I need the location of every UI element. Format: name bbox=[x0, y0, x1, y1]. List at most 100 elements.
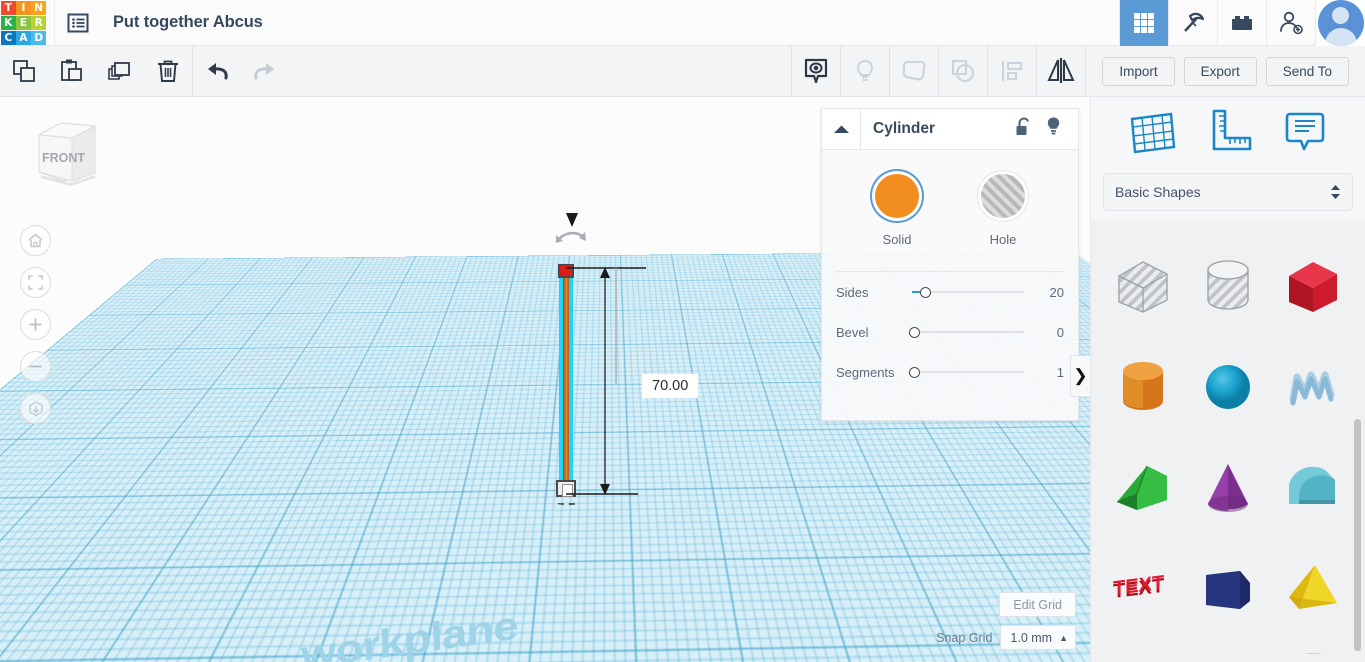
shape-palette[interactable]: TEXT TEXT bbox=[1091, 221, 1365, 654]
align-icon[interactable] bbox=[988, 46, 1036, 97]
send-to-button[interactable]: Send To bbox=[1265, 56, 1349, 86]
copy-icon[interactable] bbox=[0, 46, 48, 97]
slider-knob[interactable] bbox=[909, 326, 920, 338]
sidebar-tools bbox=[1091, 97, 1365, 165]
main-toolbar: Import Export Send To bbox=[0, 45, 1365, 97]
slider-knob[interactable] bbox=[920, 286, 931, 298]
import-button[interactable]: Import bbox=[1102, 56, 1175, 86]
ortho-toggle-button[interactable] bbox=[20, 393, 51, 424]
logo-tile-k: K bbox=[1, 15, 16, 31]
zoom-out-button[interactable] bbox=[20, 351, 51, 382]
shape-tube[interactable] bbox=[1270, 437, 1355, 538]
undo-icon[interactable] bbox=[193, 46, 241, 97]
shape-scribble[interactable] bbox=[1270, 336, 1355, 437]
slider-row-sides: Sides 20 bbox=[822, 272, 1078, 312]
tinkercad-app: T I N K E R C A D Put together Abcus Imp… bbox=[0, 0, 1365, 662]
shape-cone[interactable] bbox=[1186, 437, 1271, 538]
shape-torus[interactable] bbox=[1270, 639, 1355, 654]
solid-option[interactable]: Solid bbox=[875, 174, 919, 247]
slider-track bbox=[912, 331, 1024, 333]
ruler-icon[interactable] bbox=[1206, 107, 1254, 155]
sides-value[interactable]: 20 bbox=[1050, 285, 1064, 300]
panel-collapse-button[interactable]: ❯ bbox=[1070, 355, 1090, 397]
logo-tile-d: D bbox=[31, 30, 46, 46]
hole-swatch[interactable] bbox=[981, 174, 1025, 218]
shape-category-wrap: Basic Shapes bbox=[1091, 165, 1365, 221]
logo-tile-t: T bbox=[1, 0, 16, 16]
rotate-handle-icon[interactable] bbox=[552, 209, 592, 249]
add-person-icon[interactable] bbox=[1266, 0, 1315, 46]
divider bbox=[1085, 45, 1087, 97]
shape-category-select[interactable]: Basic Shapes bbox=[1103, 173, 1353, 211]
caret-up-icon: ▲ bbox=[1059, 632, 1068, 643]
segments-slider[interactable] bbox=[909, 365, 1024, 379]
export-button[interactable]: Export bbox=[1183, 56, 1257, 86]
workplane-label: workplane bbox=[300, 602, 519, 662]
lego-brick-icon[interactable] bbox=[1217, 0, 1266, 46]
ungroup-icon[interactable] bbox=[939, 46, 987, 97]
lightbulb-icon[interactable] bbox=[1045, 116, 1062, 142]
shape-box[interactable] bbox=[1270, 235, 1355, 336]
top-bar: T I N K E R C A D Put together Abcus bbox=[0, 0, 1365, 46]
eye-note-icon[interactable] bbox=[792, 46, 840, 97]
hole-label: Hole bbox=[989, 232, 1017, 247]
sidebar-scrollbar[interactable] bbox=[1354, 419, 1361, 651]
view-cube[interactable]: FRONT bbox=[25, 115, 103, 189]
grid-controls: Edit Grid Snap Grid 1.0 mm ▲ bbox=[936, 592, 1076, 650]
group-icon[interactable] bbox=[890, 46, 938, 97]
shape-blank[interactable] bbox=[1186, 639, 1271, 654]
shape-category-value: Basic Shapes bbox=[1115, 184, 1201, 200]
shadow-indicator bbox=[556, 500, 580, 505]
workplane-icon[interactable] bbox=[1127, 107, 1179, 155]
shape-text[interactable]: TEXT TEXT bbox=[1101, 538, 1186, 639]
hole-option[interactable]: Hole bbox=[981, 174, 1025, 247]
caret-up-icon[interactable] bbox=[822, 108, 861, 150]
bevel-slider[interactable] bbox=[909, 325, 1024, 339]
fit-view-button[interactable] bbox=[20, 267, 51, 298]
solid-label: Solid bbox=[882, 232, 912, 247]
trash-icon[interactable] bbox=[144, 46, 192, 97]
properties-header: Cylinder bbox=[822, 108, 1078, 150]
dimension-line bbox=[566, 267, 646, 495]
grid-apps-icon[interactable] bbox=[1119, 0, 1168, 46]
properties-body: Solid Hole Sides 20 Bevel 0 Segments 1 bbox=[822, 150, 1078, 392]
shape-cylinder-hole[interactable] bbox=[1186, 235, 1271, 336]
logo-tile-i: I bbox=[16, 0, 31, 16]
segments-label: Segments bbox=[836, 364, 895, 380]
pickaxe-icon[interactable] bbox=[1168, 0, 1217, 46]
mirror-icon[interactable] bbox=[1037, 46, 1085, 97]
shape-sphere[interactable] bbox=[1186, 336, 1271, 437]
unlock-icon[interactable] bbox=[1015, 116, 1032, 142]
tinkercad-logo[interactable]: T I N K E R C A D bbox=[0, 0, 46, 46]
list-icon[interactable] bbox=[55, 0, 101, 46]
shape-roof[interactable] bbox=[1101, 437, 1186, 538]
segments-value[interactable]: 1 bbox=[1057, 365, 1064, 380]
home-view-button[interactable] bbox=[20, 225, 51, 256]
shape-box-hole[interactable] bbox=[1101, 235, 1186, 336]
dimension-value[interactable]: 70.00 bbox=[642, 374, 699, 398]
top-bar-actions bbox=[1119, 0, 1365, 46]
slider-row-bevel: Bevel 0 bbox=[822, 312, 1078, 352]
logo-tile-a: A bbox=[16, 30, 31, 46]
bevel-value[interactable]: 0 bbox=[1057, 325, 1064, 340]
shape-pyramid[interactable] bbox=[1270, 538, 1355, 639]
shape-polygon-2[interactable] bbox=[1101, 639, 1186, 654]
shape-cylinder[interactable] bbox=[1101, 336, 1186, 437]
logo-tile-r: R bbox=[31, 15, 46, 31]
svg-text:FRONT: FRONT bbox=[42, 151, 85, 165]
sides-slider[interactable] bbox=[912, 285, 1024, 299]
shape-polygon[interactable] bbox=[1186, 538, 1271, 639]
redo-icon[interactable] bbox=[241, 46, 289, 97]
note-icon[interactable] bbox=[1281, 107, 1329, 155]
logo-tile-e: E bbox=[16, 15, 31, 31]
slider-knob[interactable] bbox=[909, 366, 920, 378]
zoom-in-button[interactable] bbox=[20, 309, 51, 340]
lightbulb-icon[interactable] bbox=[841, 46, 889, 97]
edit-grid-button[interactable]: Edit Grid bbox=[999, 592, 1076, 617]
properties-header-icons bbox=[1015, 116, 1062, 142]
duplicate-icon[interactable] bbox=[96, 46, 144, 97]
snap-grid-select[interactable]: 1.0 mm ▲ bbox=[1000, 625, 1076, 650]
avatar[interactable] bbox=[1315, 0, 1365, 46]
paste-icon[interactable] bbox=[48, 46, 96, 97]
solid-swatch[interactable] bbox=[875, 174, 919, 218]
